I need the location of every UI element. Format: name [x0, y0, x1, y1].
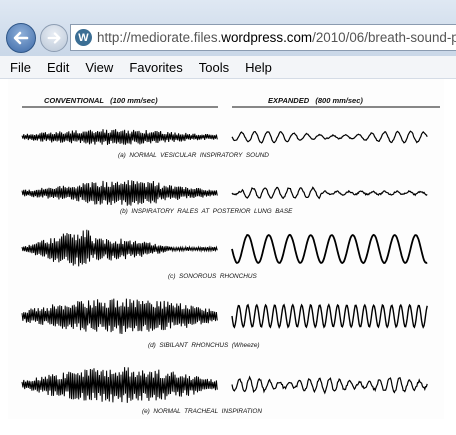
url-text[interactable]: http://mediorate.files.wordpress.com/201… — [97, 30, 456, 45]
caption-a: (a) NORMAL VESICULAR INSPIRATORY SOUND — [118, 152, 269, 159]
menu-edit[interactable]: Edit — [41, 60, 75, 75]
caption-b: (b) INSPIRATORY RALES AT POSTERIOR LUNG … — [120, 208, 293, 215]
breath-sound-figure: CONVENTIONAL (100 mm/sec) EXPANDED (800 … — [8, 79, 444, 419]
forward-button[interactable] — [40, 24, 68, 52]
menu-file[interactable]: File — [4, 60, 37, 75]
header-expanded: EXPANDED (800 mm/sec) — [268, 96, 363, 105]
header-conventional: CONVENTIONAL (100 mm/sec) — [44, 96, 158, 105]
arrow-right-icon — [47, 32, 61, 44]
back-button[interactable] — [6, 23, 36, 53]
browser-toolbar: W http://mediorate.files.wordpress.com/2… — [0, 0, 456, 56]
wordpress-icon: W — [75, 29, 92, 46]
caption-c: (c) SONOROUS RHONCHUS — [168, 273, 257, 280]
page-content: CONVENTIONAL (100 mm/sec) EXPANDED (800 … — [0, 79, 456, 435]
url-domain: wordpress.com — [221, 30, 313, 45]
menu-bar: File Edit View Favorites Tools Help — [0, 56, 456, 79]
address-bar[interactable]: W http://mediorate.files.wordpress.com/2… — [70, 24, 456, 51]
url-path: /2010/06/breath-sound-plot.jp — [312, 30, 456, 45]
menu-help[interactable]: Help — [239, 60, 278, 75]
url-prefix: http://mediorate.files. — [97, 30, 222, 45]
menu-favorites[interactable]: Favorites — [123, 60, 188, 75]
caption-d: (d) SIBILANT RHONCHUS (Wheeze) — [148, 342, 260, 349]
menu-view[interactable]: View — [79, 60, 119, 75]
arrow-left-icon — [13, 31, 29, 45]
caption-e: (e) NORMAL TRACHEAL INSPIRATION — [142, 408, 262, 415]
menu-tools[interactable]: Tools — [193, 60, 235, 75]
